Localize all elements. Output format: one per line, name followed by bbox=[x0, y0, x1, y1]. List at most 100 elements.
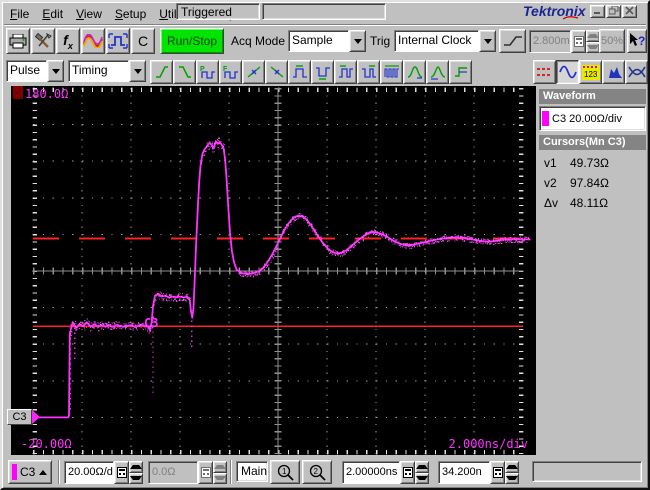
meas-pos-width-button[interactable] bbox=[288, 60, 311, 84]
vertical-scale-keypad-button[interactable] bbox=[114, 461, 129, 484]
waveform-database-button[interactable] bbox=[81, 28, 105, 54]
meas-rise-button[interactable] bbox=[150, 60, 173, 84]
magnify-view1-button[interactable]: 1 bbox=[270, 460, 300, 484]
tdr-trace bbox=[38, 140, 531, 419]
bottom-control-bar: C3 20.00Ω/di 0.0Ω Main 1 2 2.00000ns 34.… bbox=[4, 457, 646, 488]
acq-mode-select[interactable]: Sample bbox=[288, 30, 366, 52]
acq-mode-value: Sample bbox=[288, 30, 349, 52]
signal-type-dropdown-button[interactable] bbox=[47, 60, 64, 82]
cursors-view-button[interactable] bbox=[533, 60, 556, 84]
trigger-level-spinner bbox=[586, 30, 600, 53]
cursor-v2-readout: v2 97.84Ω bbox=[544, 176, 645, 192]
set-level-50pct-button: 50% bbox=[599, 29, 625, 53]
menu-setup[interactable]: Setup bbox=[109, 5, 153, 23]
menu-file[interactable]: File bbox=[4, 5, 36, 23]
svg-text:?: ? bbox=[638, 34, 645, 48]
channel-select-button[interactable]: C3 bbox=[8, 460, 52, 484]
spin-down-button[interactable] bbox=[129, 472, 143, 484]
run-stop-button[interactable]: Run/Stop bbox=[160, 28, 224, 54]
meas-pos-duty-button[interactable] bbox=[334, 60, 357, 84]
eye-diagram-button[interactable] bbox=[625, 60, 648, 84]
meas-pos-cross-button[interactable] bbox=[242, 60, 265, 84]
waveform-item-label: C3 20.00Ω/div bbox=[552, 112, 622, 125]
meas-pos-cross-icon bbox=[247, 66, 260, 78]
trigger-slope-button[interactable] bbox=[499, 29, 526, 53]
horizontal-position-group: 34.200n bbox=[438, 461, 519, 484]
waveform-view-button[interactable] bbox=[556, 60, 579, 84]
meas-peak-button[interactable] bbox=[403, 60, 426, 84]
meas-peak-icon bbox=[407, 66, 422, 79]
meas-settle-button[interactable] bbox=[449, 60, 472, 84]
meas-category-dropdown-button[interactable] bbox=[129, 60, 146, 82]
histogram-button[interactable] bbox=[602, 60, 625, 84]
trigger-source-select[interactable]: Internal Clock bbox=[394, 30, 496, 52]
spin-down-button[interactable] bbox=[415, 472, 429, 484]
horizontal-scale-field[interactable]: 2.00000ns bbox=[342, 461, 400, 484]
horizontal-position-spinner bbox=[505, 461, 519, 484]
restore-button[interactable] bbox=[606, 5, 621, 18]
meas-burst-icon bbox=[383, 65, 399, 78]
channel-marker[interactable]: C3 bbox=[7, 408, 40, 425]
close-icon bbox=[625, 6, 634, 15]
print-button[interactable] bbox=[6, 28, 30, 54]
define-math-button[interactable]: fx bbox=[56, 28, 80, 54]
tools-icon bbox=[34, 33, 52, 48]
spin-down-button[interactable] bbox=[505, 472, 519, 484]
trigger-dropdown-button[interactable] bbox=[479, 30, 496, 52]
meas-category-select[interactable]: Timing bbox=[68, 60, 146, 82]
cursor-delta-readout: Δv 48.11Ω bbox=[544, 196, 645, 212]
magnify-view2-button[interactable]: 2 bbox=[302, 460, 332, 484]
clear-data-button[interactable]: C bbox=[131, 28, 155, 54]
acq-mode-dropdown-button[interactable] bbox=[349, 30, 366, 52]
chevron-down-icon bbox=[51, 68, 60, 74]
spin-up-button[interactable] bbox=[129, 461, 143, 473]
meas-neg-duty-button[interactable] bbox=[357, 60, 380, 84]
trigger-status: Triggered bbox=[176, 3, 260, 20]
menu-view[interactable]: View bbox=[70, 5, 109, 23]
meas-period-button[interactable]: P bbox=[196, 60, 219, 84]
cursor-v1-value: 49.73Ω bbox=[570, 156, 609, 170]
horizontal-scale-spinner bbox=[415, 461, 429, 484]
meas-neg-cross-button[interactable] bbox=[265, 60, 288, 84]
keypad-icon bbox=[573, 36, 584, 47]
measure-readout-button[interactable]: 123 bbox=[579, 60, 602, 84]
cursor-v2-name: v2 bbox=[544, 176, 557, 190]
magnifier-icon: 2 bbox=[309, 464, 326, 481]
setup-tools-button[interactable] bbox=[31, 28, 55, 54]
waveform-list[interactable]: C3 20.00Ω/div bbox=[539, 106, 646, 131]
timebase-view-field[interactable]: Main bbox=[236, 461, 268, 482]
keypad-icon bbox=[200, 467, 211, 478]
autoset-button[interactable] bbox=[106, 28, 130, 54]
restore-icon bbox=[608, 5, 618, 15]
vertical-offset-spinner bbox=[213, 461, 227, 484]
spin-down-button bbox=[586, 41, 600, 53]
spin-up-button[interactable] bbox=[415, 461, 429, 473]
channel-select-label: C3 bbox=[20, 465, 36, 479]
meas-burst-width-button[interactable] bbox=[380, 60, 403, 84]
signal-type-select[interactable]: Pulse bbox=[6, 60, 64, 82]
scope-application-window: File Edit View Setup Utilities Help Trig… bbox=[0, 0, 650, 490]
waveform-list-item[interactable]: C3 20.00Ω/div bbox=[540, 107, 645, 130]
trigger-source-value: Internal Clock bbox=[394, 30, 479, 52]
vertical-scale-field[interactable]: 20.00Ω/di bbox=[64, 461, 114, 484]
waveform-display[interactable]: 180.0Ω -20.00Ω 2.000ns/div C3 C3 bbox=[7, 86, 536, 455]
minimize-icon bbox=[594, 12, 600, 14]
meas-neg-width-button[interactable] bbox=[311, 60, 334, 84]
close-button[interactable] bbox=[622, 5, 637, 18]
vertical-scale-group: 20.00Ω/di bbox=[64, 461, 143, 484]
meas-pulse-button[interactable] bbox=[426, 60, 449, 84]
trace-color-swatch bbox=[542, 111, 549, 126]
spin-up-button[interactable] bbox=[505, 461, 519, 473]
minimize-button[interactable] bbox=[590, 5, 605, 18]
vertical-top-label: 180.0Ω bbox=[25, 87, 69, 101]
horizontal-position-field[interactable]: 34.200n bbox=[438, 461, 490, 484]
display-area: 180.0Ω -20.00Ω 2.000ns/div C3 C3 Wavefor… bbox=[2, 85, 648, 457]
status-aux-box bbox=[262, 3, 386, 20]
clear-data-icon: C bbox=[137, 33, 149, 49]
meas-frequency-button[interactable]: F bbox=[219, 60, 242, 84]
horizontal-position-keypad-button[interactable] bbox=[490, 461, 505, 484]
menu-edit[interactable]: Edit bbox=[36, 5, 70, 23]
meas-fall-button[interactable] bbox=[173, 60, 196, 84]
horizontal-scale-keypad-button[interactable] bbox=[400, 461, 415, 484]
context-help-button[interactable]: ? bbox=[627, 29, 647, 53]
